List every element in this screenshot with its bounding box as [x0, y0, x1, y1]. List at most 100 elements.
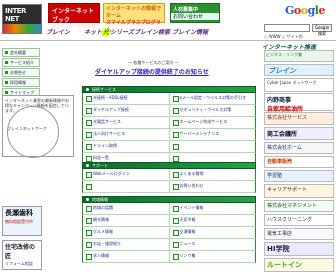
banner-internet-book[interactable]: インターネットブック 安全インターネットの作り方: [48, 3, 100, 35]
banner-smile-plus[interactable]: インターネットの情報でホーム スマイルプラスプログラム: [103, 3, 165, 33]
google-letter: G: [285, 4, 294, 17]
grid-row: 地域の話題 イベント情報: [82, 203, 256, 215]
logo-color-strip: [3, 24, 41, 33]
google-search-input[interactable]: [264, 24, 310, 32]
grid-header-label: 接続サービス: [92, 87, 116, 92]
grid-row: 求人情報 リンク集: [82, 251, 256, 263]
ad-right-6[interactable]: キャリアサポート: [264, 184, 334, 198]
nav-link-post: シリーズ: [110, 29, 134, 36]
nav-link-pre: ネット: [84, 29, 103, 36]
service-grid-connection: 接続サービス 光接続・ADSL接続 eメール設定・ウイルス対策の手引き ダイヤルア…: [82, 86, 256, 165]
ad-right-2[interactable]: 商工会議所: [264, 127, 334, 140]
grid-link[interactable]: 求人情報: [83, 251, 169, 262]
grid-link[interactable]: 観光情報: [83, 215, 169, 226]
grid-row: 光電話サービス ホームページ作成サービス: [82, 117, 256, 129]
grid-link[interactable]: ドメイン取得: [83, 141, 169, 152]
ad-uchino-shoji[interactable]: 内野商事 自家用給油所: [264, 93, 334, 113]
grid-link[interactable]: グルメ情報: [83, 227, 169, 238]
sidebar: 会社概要 サービス紹介 お問合せ 採用情報 サイトマップ: [2, 48, 40, 98]
ad-right-11[interactable]: ルートイン: [264, 258, 334, 272]
ad-right-7[interactable]: 株式会社マネジメント: [264, 200, 334, 212]
banner-sub: お問い合わせ: [171, 13, 219, 20]
notice-dialup-end-link[interactable]: ダイヤルアップ接続の提供終了のお知らせ: [95, 67, 209, 76]
nav-link-search[interactable]: ブレイン検索: [134, 27, 170, 38]
ad-right-1[interactable]: 株式会社サービス: [264, 112, 334, 125]
service-grid-local: 地域情報 地域の話題 イベント情報 観光情報 天気予報 グルメ情報 交通情報 お店・施…: [82, 196, 256, 263]
grid-link[interactable]: イベント情報: [168, 203, 256, 214]
grid-link[interactable]: ニュース: [168, 239, 256, 250]
circle-emblem-icon: [7, 106, 59, 158]
google-letter: g: [307, 4, 316, 17]
grid-link[interactable]: お店・施設紹介: [83, 239, 169, 250]
ad-sub: リフォーム相談: [5, 261, 33, 266]
nav-link-brain[interactable]: ブレイン: [46, 27, 70, 38]
grid-row: 観光情報 天気予報: [82, 215, 256, 227]
grid-row: お店・施設紹介 ニュース: [82, 239, 256, 251]
grid-link[interactable]: [168, 141, 256, 152]
page: INTER NET インターネットブック 安全インターネットの作り方 インターネ…: [0, 0, 336, 280]
emblem-text: ブレインネットワーク: [7, 126, 47, 131]
grid-link[interactable]: 天気予報: [168, 215, 256, 226]
ad-title: 内野商事: [267, 97, 292, 104]
sidebar-item-contact[interactable]: お問合せ: [2, 68, 40, 77]
grid-link[interactable]: [83, 181, 169, 192]
ad-cyber-japan[interactable]: Cyber Japan ネットワーク: [264, 78, 334, 92]
banner-title: インターネットの情報でホーム: [106, 6, 162, 19]
grid-link[interactable]: ホームページ作成サービス: [168, 117, 256, 128]
ad-dental-clinic[interactable]: 長瀬歯科 無料相談受付中: [2, 206, 42, 236]
google-search-button[interactable]: Google 検索: [312, 24, 332, 36]
grid-header: 地域情報: [82, 196, 256, 203]
bullet-icon: [86, 88, 89, 91]
ad-brain[interactable]: ブレイン: [264, 64, 334, 76]
google-letter: e: [318, 4, 325, 17]
ad-right-8[interactable]: ハウスクリーニング: [264, 214, 334, 226]
banner-title: 人材募集中: [173, 7, 199, 13]
ad-biz-link[interactable]: ビジネス・リンク集: [264, 50, 334, 62]
grid-link[interactable]: リンク集: [168, 251, 256, 262]
sidebar-notice-box: インターネット業界の最新情報やお得なキャンペーン情報を配信しています。 ブレイン…: [2, 95, 74, 158]
grid-link[interactable]: Webメールログイン: [83, 169, 169, 180]
grid-link[interactable]: 光接続・ADSL接続: [83, 93, 169, 104]
nav-link-info[interactable]: ブレイン情報: [172, 27, 208, 38]
grid-link[interactable]: お問い合わせ: [168, 181, 256, 192]
nav-link-hikari-series[interactable]: ネット光シリーズ: [84, 27, 134, 38]
grid-row: グルメ情報 交通情報: [82, 227, 256, 239]
ad-right-4[interactable]: 自動車販売: [264, 156, 334, 168]
grid-link[interactable]: セキュリティ・ウイルス対策: [168, 105, 256, 116]
ad-right-5[interactable]: 学習塾: [264, 170, 334, 182]
sidebar-item-services[interactable]: サービス紹介: [2, 58, 40, 67]
logo-text: INTER NET: [5, 7, 26, 23]
header-divider: [0, 40, 336, 41]
banner-recruit[interactable]: 人材募集中 お問い合わせ: [170, 3, 220, 23]
ad-title: 住宅改修の匠: [5, 244, 36, 260]
notice-label: ― 各種サービスのご案内 ―: [128, 60, 179, 65]
grid-row: ドメイン取得: [82, 141, 256, 153]
ad-right-9[interactable]: 電気工事店: [264, 228, 334, 240]
bullet-icon: [86, 198, 89, 201]
ad-title: 長瀬歯科: [5, 208, 33, 217]
grid-link[interactable]: 交通情報: [168, 227, 256, 238]
sidebar-item-company[interactable]: 会社概要: [2, 48, 40, 57]
ad-sub: 無料相談受付中: [5, 219, 33, 224]
site-logo[interactable]: INTER NET: [2, 4, 42, 34]
grid-link[interactable]: 地域の話題: [83, 203, 169, 214]
grid-link[interactable]: 法人向けサービス: [83, 129, 169, 140]
banner-title: インターネットブック: [52, 8, 95, 24]
nav-link-highlight: 光: [102, 29, 111, 36]
grid-row: 光接続・ADSL接続 eメール設定・ウイルス対策の手引き: [82, 93, 256, 105]
ad-right-3[interactable]: 株式会社ホーム: [264, 142, 334, 154]
sidebar-item-recruit[interactable]: 採用情報: [2, 78, 40, 87]
grid-link[interactable]: よくある質問: [168, 169, 256, 180]
ad-housing-reform[interactable]: 住宅改修の匠 リフォーム相談: [2, 240, 42, 270]
service-grid-support: サポート Webメールログイン よくある質問 お問い合わせ: [82, 162, 256, 193]
google-letter: o: [300, 4, 308, 17]
grid-row: 法人向けサービス サーバーメンテナンス: [82, 129, 256, 141]
grid-link[interactable]: ダイヤルアップ接続: [83, 105, 169, 116]
grid-link[interactable]: 光電話サービス: [83, 117, 169, 128]
grid-row: Webメールログイン よくある質問: [82, 169, 256, 181]
grid-row: お問い合わせ: [82, 181, 256, 193]
grid-link[interactable]: eメール設定・ウイルス対策の手引き: [168, 93, 256, 104]
grid-header: 接続サービス: [82, 86, 256, 93]
ad-right-10[interactable]: HI学院: [264, 242, 334, 256]
grid-link[interactable]: サーバーメンテナンス: [168, 129, 256, 140]
